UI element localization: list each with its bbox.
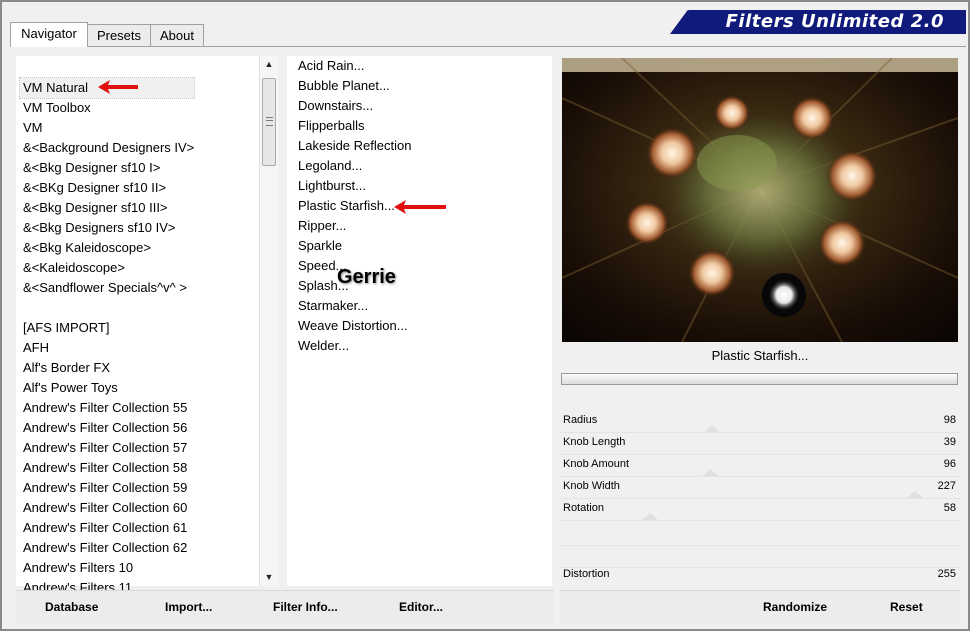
preview-image [562,58,958,342]
category-item[interactable]: Andrew's Filter Collection 58 [23,458,194,478]
randomize-button[interactable]: Randomize [763,600,827,614]
category-list: VM Natural VM Toolbox VM &<Background Desig… [18,77,196,598]
filter-item[interactable]: Ripper... [298,216,411,236]
category-item[interactable]: Andrew's Filter Collection 62 [23,538,194,558]
category-item[interactable]: AFH [23,338,194,358]
filter-item[interactable]: Welder... [298,336,411,356]
filter-item[interactable]: Downstairs... [298,96,411,116]
param-value: 98 [943,414,956,426]
category-item[interactable]: Andrew's Filter Collection 60 [23,498,194,518]
filter-list-panel: Acid Rain... Bubble Planet... Downstairs..… [287,56,552,586]
tab-navigator[interactable]: Navigator [10,22,88,47]
param-row[interactable]: Knob Length 39 [560,434,960,456]
reset-button[interactable]: Reset [890,600,923,614]
starfish-preview-graphic [562,58,958,342]
category-item[interactable]: Andrew's Filter Collection 56 [23,418,194,438]
param-value: 58 [943,502,956,514]
slider-track[interactable] [560,454,960,455]
watermark-text: Gerrie [337,266,396,288]
preview-caption: Plastic Starfish... [711,348,809,363]
category-scrollbar[interactable]: ▲ ▼ [259,56,278,586]
category-item[interactable]: Andrew's Filter Collection 55 [23,398,194,418]
param-label: Radius [563,414,598,426]
param-row[interactable]: Knob Amount 96 [560,456,960,478]
category-item[interactable]: VM [23,118,194,138]
param-row-distortion[interactable]: Distortion 255 [560,568,960,588]
category-item[interactable]: &<Background Designers IV> [23,138,194,158]
filter-info-button[interactable]: Filter Info... [273,600,338,614]
parameter-list: Radius 98 Knob Length 39 Knob Amount 96 Knob W… [560,412,960,522]
category-item[interactable]: &<Bkg Kaleidoscope> [23,238,194,258]
category-item[interactable]: VM Toolbox [23,98,194,118]
red-arrow-icon [394,200,446,214]
slider-thumb-icon[interactable] [642,513,658,520]
tab-divider [10,46,966,47]
window-title: Filters Unlimited 2.0 [725,11,944,32]
editor-button[interactable]: Editor... [399,600,443,614]
filter-item[interactable]: Legoland... [298,156,411,176]
param-label: Knob Length [563,436,626,448]
param-label: Knob Width [563,480,620,492]
database-button[interactable]: Database [45,600,98,614]
param-value: 39 [943,436,956,448]
category-item[interactable]: [AFS IMPORT] [23,318,194,338]
filter-item[interactable]: Acid Rain... [298,56,411,76]
slider-thumb-icon[interactable] [907,491,923,498]
category-item[interactable]: Andrew's Filters 10 [23,558,194,578]
bottom-toolbar-right: Randomize Reset [560,590,960,623]
category-item[interactable]: &<Kaleidoscope> [23,258,194,278]
category-item [23,298,194,318]
param-label: Knob Amount [563,458,630,470]
slider-track[interactable] [560,476,960,477]
category-item[interactable]: &<Bkg Designer sf10 I> [23,158,194,178]
scroll-down-arrow-icon[interactable]: ▼ [260,569,278,586]
param-value: 96 [943,458,956,470]
category-item[interactable]: &<Bkg Designer sf10 III> [23,198,194,218]
category-item[interactable]: &<Bkg Designers sf10 IV> [23,218,194,238]
param-label: Distortion [563,568,610,580]
param-row[interactable]: Knob Width 227 [560,478,960,500]
category-item[interactable]: Andrew's Filter Collection 61 [23,518,194,538]
param-value: 227 [937,480,956,492]
title-banner: Filters Unlimited 2.0 [670,10,966,34]
slider-thumb-icon[interactable] [702,469,718,476]
scroll-up-arrow-icon[interactable]: ▲ [260,56,278,73]
filters-unlimited-window: Filters Unlimited 2.0 Navigator Presets … [0,0,970,631]
category-item[interactable]: Andrew's Filter Collection 59 [23,478,194,498]
bottom-toolbar-left: Database Import... Filter Info... Editor… [16,590,554,623]
filter-item[interactable]: Weave Distortion... [298,316,411,336]
slider-track[interactable] [560,498,960,499]
slider-track[interactable] [560,520,960,521]
param-value: 255 [937,568,956,580]
filter-item[interactable]: Bubble Planet... [298,76,411,96]
filter-item[interactable]: Lightburst... [298,176,411,196]
param-label: Rotation [563,502,604,514]
slider-track[interactable] [560,545,960,546]
grip-icon [266,117,273,126]
category-item[interactable]: &<BKg Designer sf10 II> [23,178,194,198]
slider-thumb-icon[interactable] [704,425,720,432]
category-item[interactable]: Alf's Border FX [23,358,194,378]
scroll-thumb[interactable] [262,78,276,166]
progress-bar [561,373,958,385]
filter-item[interactable]: Sparkle [298,236,411,256]
param-row[interactable]: Radius 98 [560,412,960,434]
tab-about[interactable]: About [150,24,204,46]
category-item[interactable]: Alf's Power Toys [23,378,194,398]
category-list-panel: VM Natural VM Toolbox VM &<Background Desig… [16,56,277,595]
tab-presets[interactable]: Presets [87,24,151,46]
empty-parameter-slots [560,524,960,568]
red-arrow-icon [98,80,138,94]
import-button[interactable]: Import... [165,600,212,614]
slider-track[interactable] [560,432,960,433]
filter-item[interactable]: Flipperballs [298,116,411,136]
param-row[interactable]: Rotation 58 [560,500,960,522]
category-item[interactable]: Andrew's Filter Collection 57 [23,438,194,458]
category-item[interactable]: &<Sandflower Specials^v^ > [23,278,194,298]
filter-item[interactable]: Lakeside Reflection [298,136,411,156]
filter-item[interactable]: Starmaker... [298,296,411,316]
